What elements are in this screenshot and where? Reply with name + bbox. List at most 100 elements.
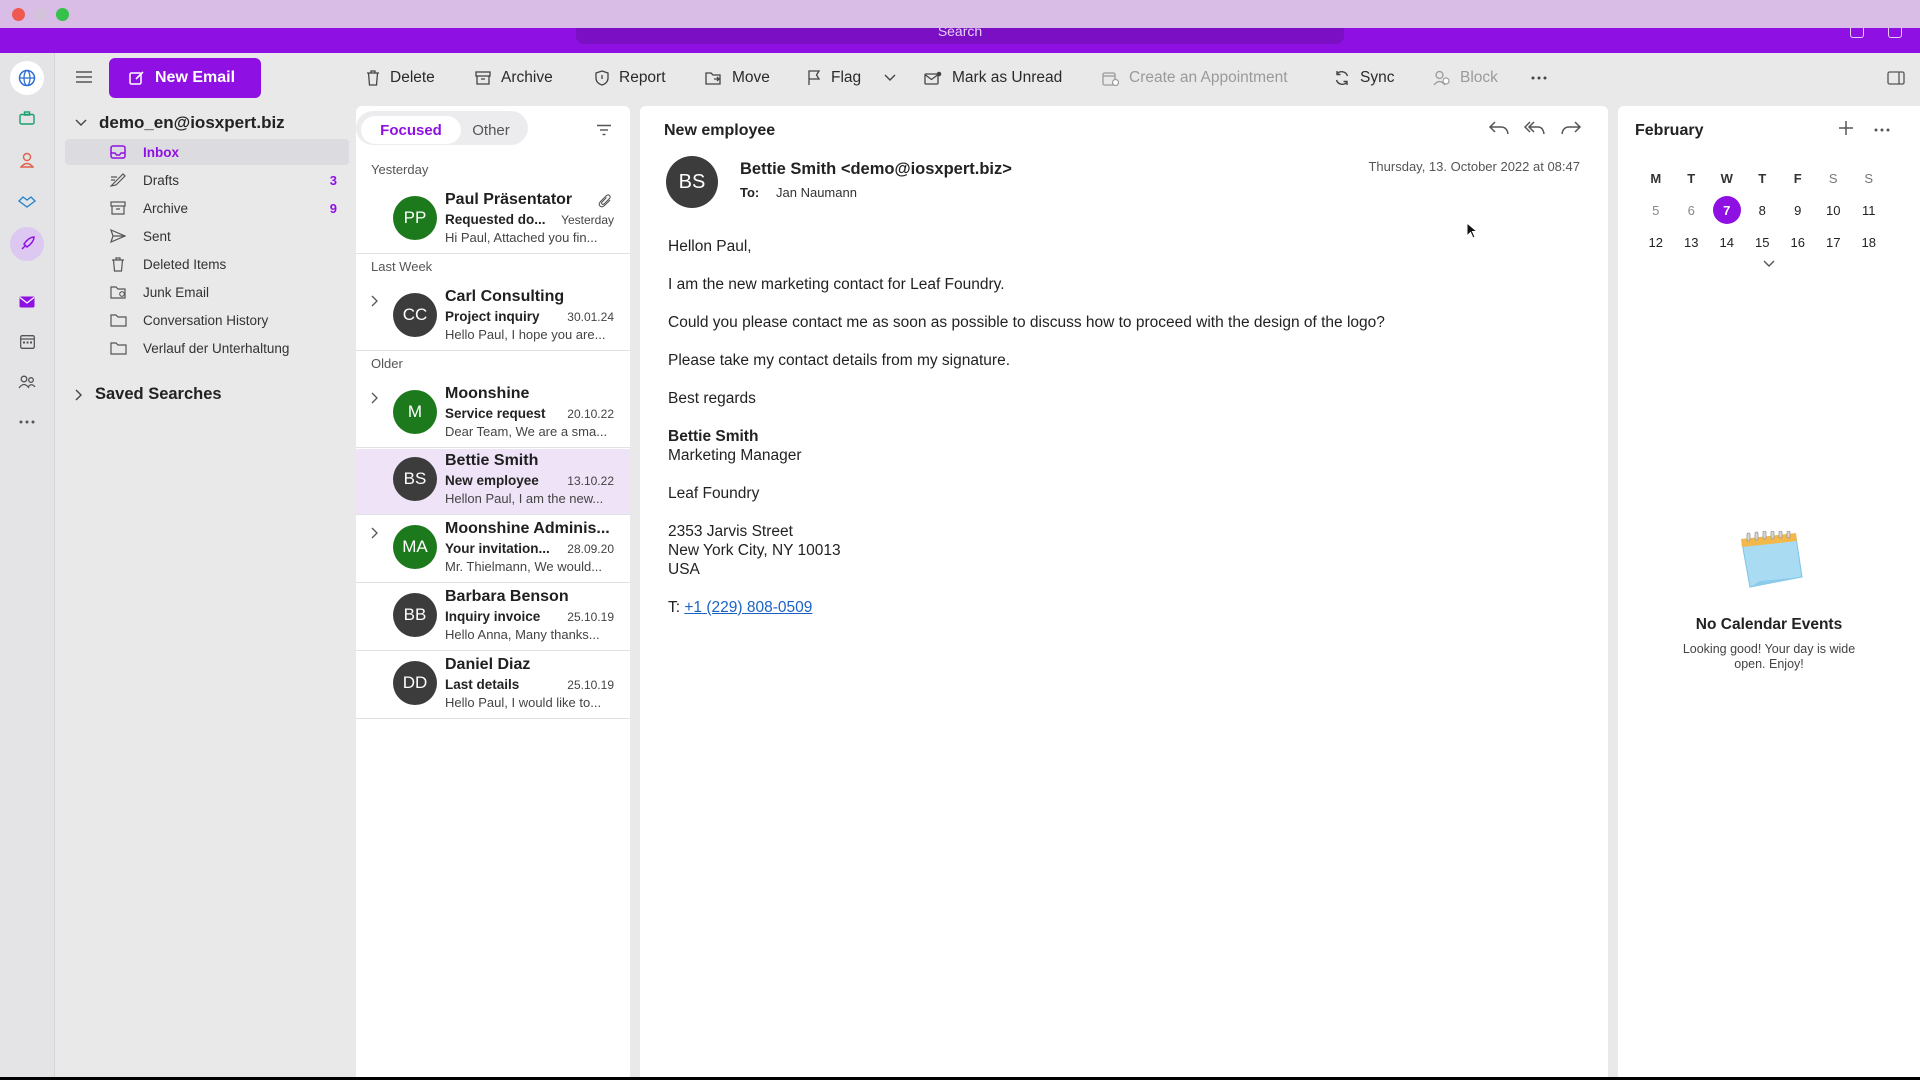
close-window-button[interactable] [12,8,25,21]
folder-label: Deleted Items [143,256,227,272]
folder-archive[interactable]: Archive 9 [65,195,349,221]
flag-dropdown-button[interactable] [884,66,896,90]
message-preview: Hellon Paul, I am the new... [445,491,604,506]
add-event-button[interactable] [1838,120,1854,136]
forward-button[interactable] [1560,120,1582,136]
reply-all-button[interactable] [1524,120,1546,136]
calendar-day[interactable]: 5 [1638,203,1674,218]
calendar-day[interactable]: 12 [1638,235,1674,250]
menu-toggle-button[interactable] [75,70,93,84]
folder-verlauf[interactable]: Verlauf der Unterhaltung [65,335,349,361]
calendar-day[interactable]: 8 [1745,203,1781,218]
rail-globe-button[interactable] [10,61,44,95]
toolbar-more-button[interactable] [1531,66,1547,90]
rail-briefcase-button[interactable] [10,101,44,135]
move-button[interactable]: Move [705,66,770,90]
list-item[interactable]: M Moonshine Service request 20.10.22 Dea… [356,382,630,448]
list-item[interactable]: DD Daniel Diaz Last details 25.10.19 Hel… [356,653,630,719]
folder-conversation-history[interactable]: Conversation History [65,307,349,333]
expand-thread-icon[interactable] [371,392,379,404]
message-preview: Mr. Thielmann, We would... [445,559,603,574]
expand-thread-icon[interactable] [371,295,379,307]
mark-unread-button[interactable]: Mark as Unread [924,66,1062,90]
calendar-day[interactable]: 17 [1816,235,1852,250]
rail-rocket-button[interactable] [10,227,44,261]
list-item[interactable]: CC Carl Consulting Project inquiry 30.01… [356,285,630,351]
message-sender: Moonshine [445,385,530,402]
report-button[interactable]: Report [595,66,666,90]
chevron-down-icon [1763,260,1775,267]
rail-mail-button[interactable] [10,285,44,319]
block-button[interactable]: Block [1433,66,1498,90]
notepad-illustration-icon [1736,531,1806,591]
flag-icon [808,70,821,85]
zoom-window-button[interactable] [56,8,69,21]
reply-button[interactable] [1488,120,1510,136]
calendar-day[interactable]: 15 [1745,235,1781,250]
filter-button[interactable] [596,124,612,136]
notification-icon[interactable] [1888,28,1902,38]
rail-person-button[interactable] [10,143,44,177]
create-appointment-button[interactable]: Create an Appointment [1102,66,1288,90]
calendar-day[interactable]: 10 [1816,203,1852,218]
calendar-day[interactable]: 6 [1674,203,1710,218]
drafts-icon [107,173,129,187]
list-item[interactable]: BB Barbara Benson Inquiry invoice 25.10.… [356,585,630,651]
folder-inbox[interactable]: Inbox [65,139,349,165]
calendar-day[interactable]: 11 [1851,203,1887,218]
calendar-day[interactable]: 14 [1709,235,1745,250]
more-icon [1531,76,1547,80]
avatar: BB [393,593,437,637]
tab-other[interactable]: Other [461,116,521,144]
rail-calendar-button[interactable] [10,325,44,359]
message-preview: Hello Paul, I hope you are... [445,327,606,342]
phone-link[interactable]: +1 (229) 808-0509 [684,599,812,616]
body-paragraph: Please take my contact details from my s… [668,352,1011,369]
folder-deleted[interactable]: Deleted Items [65,251,349,277]
list-item-selected[interactable]: BS Bettie Smith New employee 13.10.22 He… [356,449,630,515]
panel-toggle-button[interactable] [1887,66,1905,90]
calendar-day[interactable]: 9 [1780,203,1816,218]
expand-thread-icon[interactable] [371,527,379,539]
archive-icon [475,71,491,85]
search-placeholder: Search [937,28,983,39]
message-preview: Hi Paul, Attached you fin... [445,230,598,245]
rail-more-button[interactable] [10,405,44,439]
recipient[interactable]: Jan Naumann [776,185,857,200]
expand-calendar-button[interactable] [1763,260,1775,268]
new-email-button[interactable]: New Email [109,58,261,98]
rail-handshake-button[interactable] [10,185,44,219]
email-subject: New employee [664,122,776,139]
archive-button[interactable]: Archive [475,66,553,90]
search-input[interactable]: Search [576,28,1344,44]
minimize-window-button[interactable] [34,8,47,21]
list-item[interactable]: PP Paul Präsentator Requested do... Yest… [356,188,630,254]
calendar-more-button[interactable] [1874,128,1890,132]
mini-calendar: M T W T F S S 5 6 7 8 9 10 11 12 13 14 1… [1638,162,1920,258]
people-icon [18,375,36,389]
weekday-label: S [1864,170,1874,186]
saved-searches-header[interactable]: Saved Searches [75,385,222,404]
folder-drafts[interactable]: Drafts 3 [65,167,349,193]
chevron-down-icon [884,74,896,81]
sender-address[interactable]: Bettie Smith <demo@iosxpert.biz> [740,160,1012,179]
calendar-day[interactable]: 18 [1851,235,1887,250]
flag-button[interactable]: Flag [807,66,861,90]
list-item[interactable]: MA Moonshine Adminis... Your invitation.… [356,517,630,583]
account-header[interactable]: demo_en@iosxpert.biz [75,113,285,133]
calendar-day[interactable]: 13 [1674,235,1710,250]
tab-focused[interactable]: Focused [361,116,461,144]
message-date: 30.01.24 [567,310,614,324]
feedback-icon[interactable] [1850,28,1864,38]
more-icon [1874,128,1890,132]
delete-button[interactable]: Delete [366,66,435,90]
folder-sent[interactable]: Sent [65,223,349,249]
calendar-day[interactable]: 16 [1780,235,1816,250]
no-events-subtitle: Looking good! Your day is wide open. Enj… [1682,642,1856,671]
rail-people-button[interactable] [10,365,44,399]
compose-icon [129,71,144,85]
top-band-icons [1850,28,1902,38]
folder-junk[interactable]: Junk Email [65,279,349,305]
calendar-day-today[interactable]: 7 [1709,196,1745,224]
sync-button[interactable]: Sync [1334,66,1394,90]
